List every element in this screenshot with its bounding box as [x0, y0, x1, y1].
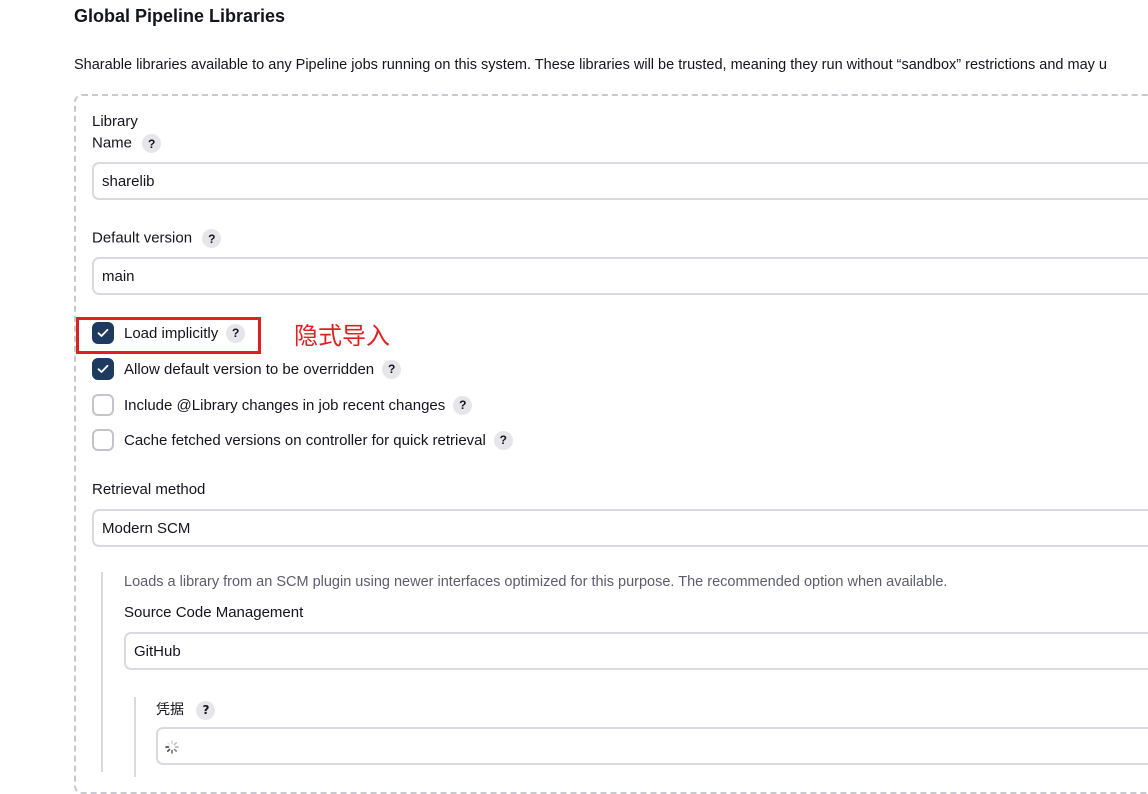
annotation-text: 隐式导入: [294, 322, 390, 350]
library-name-value: sharelib: [102, 172, 155, 190]
allow-override-checkbox[interactable]: [92, 358, 114, 380]
retrieval-method-label: Retrieval method: [92, 481, 206, 498]
default-version-input[interactable]: main: [92, 257, 1148, 295]
check-icon: [97, 364, 109, 373]
default-version-value: main: [102, 267, 135, 285]
help-icon[interactable]: ?: [202, 229, 222, 248]
library-name-label: Name ?: [92, 134, 162, 153]
library-name-label-line2: Name: [92, 134, 133, 152]
section-description: Sharable libraries available to any Pipe…: [74, 57, 1107, 73]
checkbox-row-include-changes[interactable]: Include @Library changes in job recent c…: [92, 394, 473, 416]
default-version-label-text: Default version: [92, 229, 193, 247]
allow-override-label: Allow default version to be overridden: [124, 360, 375, 378]
nested-section-rule-2: [134, 697, 136, 777]
help-icon[interactable]: ?: [142, 134, 162, 153]
retrieval-method-description: Loads a library from an SCM plugin using…: [124, 574, 948, 590]
help-icon[interactable]: ?: [453, 395, 473, 415]
retrieval-method-select[interactable]: Modern SCM: [92, 509, 1148, 547]
scm-value: GitHub: [134, 642, 181, 660]
cache-versions-checkbox[interactable]: [92, 429, 114, 451]
help-icon[interactable]: ?: [493, 430, 513, 450]
include-changes-label: Include @Library changes in job recent c…: [124, 396, 446, 414]
scm-label: Source Code Management: [124, 604, 304, 621]
retrieval-method-value: Modern SCM: [102, 519, 191, 537]
library-name-input[interactable]: sharelib: [92, 162, 1148, 200]
default-version-label: Default version ?: [92, 229, 222, 248]
include-changes-checkbox[interactable]: [92, 394, 114, 416]
section-title: Global Pipeline Libraries: [74, 6, 286, 26]
cache-versions-label: Cache fetched versions on controller for…: [124, 431, 486, 449]
help-icon[interactable]: ?: [382, 359, 402, 379]
library-name-label-line1: Library: [92, 113, 138, 130]
checkbox-row-cache-versions[interactable]: Cache fetched versions on controller for…: [92, 429, 513, 451]
help-icon[interactable]: ?: [196, 700, 216, 720]
credentials-label-text: 凭据: [156, 702, 184, 718]
loading-spinner-icon: [165, 740, 179, 754]
credentials-select[interactable]: [156, 727, 1148, 765]
scm-select[interactable]: GitHub: [124, 632, 1148, 670]
annotation-highlight-box: [76, 317, 261, 354]
checkbox-row-allow-override[interactable]: Allow default version to be overridden ?: [92, 358, 402, 380]
nested-section-rule: [101, 572, 103, 772]
credentials-label: 凭据 ?: [156, 699, 216, 720]
